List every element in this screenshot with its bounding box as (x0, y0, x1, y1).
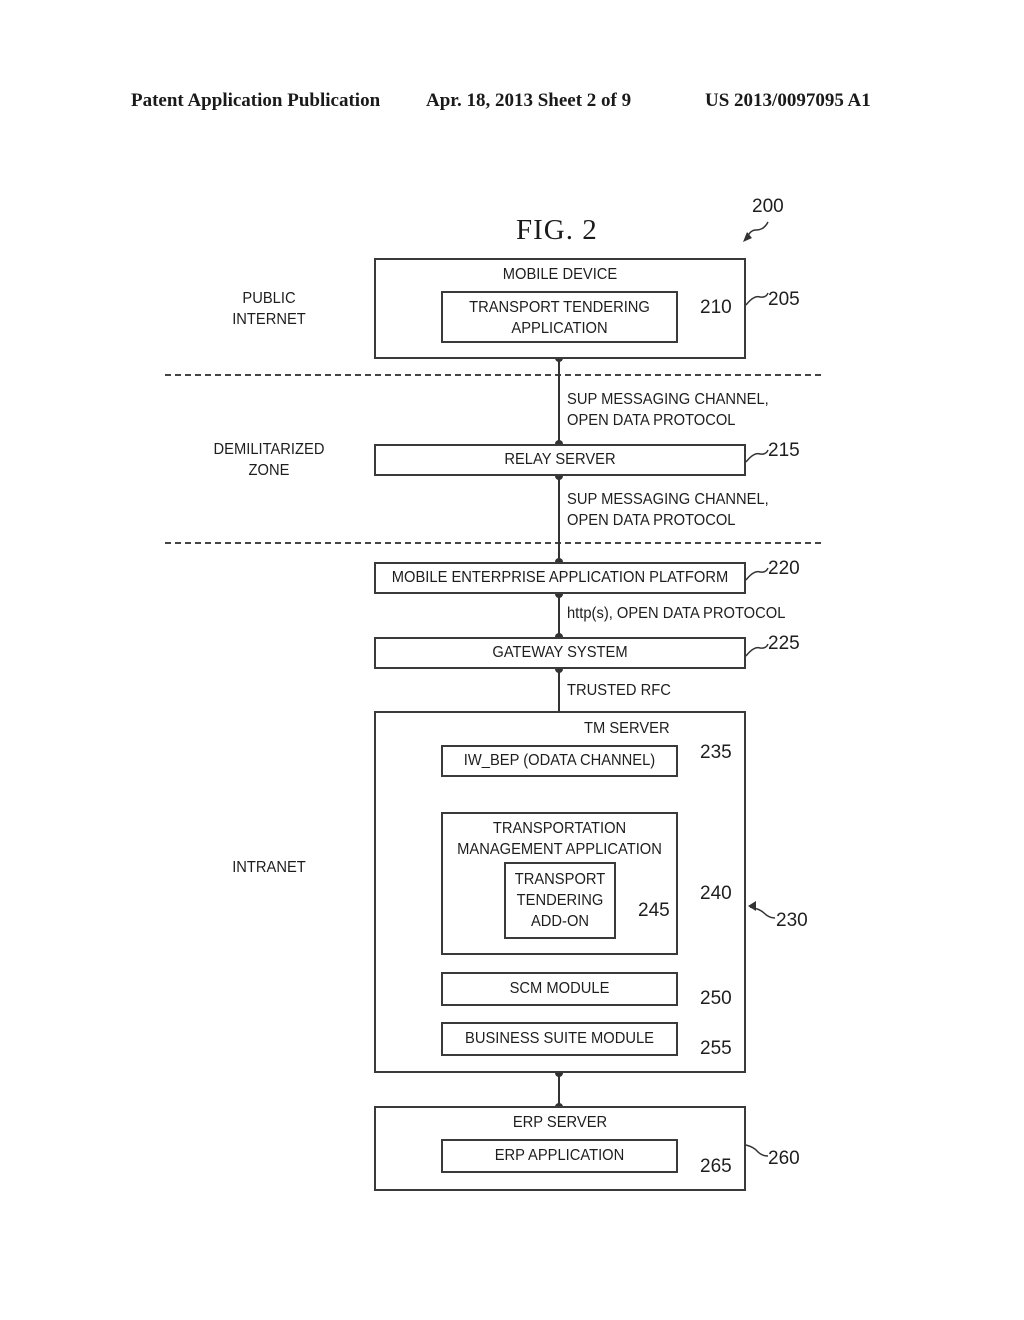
ref-260: 260 (768, 1148, 800, 1169)
ref-240: 240 (700, 883, 732, 904)
ref-220: 220 (768, 558, 800, 579)
transportation-management-app-label: TRANSPORTATION MANAGEMENT APPLICATION (457, 820, 662, 858)
meap-label: MOBILE ENTERPRISE APPLICATION PLATFORM (391, 569, 729, 586)
connection-sup-upper: SUP MESSAGING CHANNEL, OPEN DATA PROTOCO… (567, 391, 769, 429)
scm-module-label: SCM MODULE (509, 980, 610, 997)
ref-250: 250 (700, 988, 732, 1009)
leader-215 (745, 449, 769, 463)
iw-bep-label: IW_BEP (ODATA CHANNEL) (463, 752, 656, 769)
ref-265: 265 (700, 1156, 732, 1177)
leader-260 (745, 1144, 769, 1157)
business-suite-module-label: BUSINESS SUITE MODULE (465, 1030, 654, 1047)
arrowhead-200 (743, 232, 752, 242)
erp-server-label: ERP SERVER (512, 1114, 608, 1131)
ref-210: 210 (700, 297, 732, 318)
connection-http: http(s), OPEN DATA PROTOCOL (567, 605, 786, 622)
mobile-device-label: MOBILE DEVICE (502, 266, 618, 283)
ref-215: 215 (768, 440, 800, 461)
connection-trusted-rfc: TRUSTED RFC (567, 682, 671, 699)
ref-255: 255 (700, 1038, 732, 1059)
ref-205: 205 (768, 289, 800, 310)
ref-230: 230 (776, 910, 808, 931)
arrowhead-230 (748, 901, 756, 911)
leader-200 (746, 221, 769, 239)
gateway-system-label: GATEWAY SYSTEM (492, 644, 628, 661)
ref-225: 225 (768, 633, 800, 654)
transport-tendering-addon-label: TRANSPORT TENDERING ADD-ON (514, 871, 606, 930)
leader-205 (745, 292, 769, 306)
leader-220 (745, 567, 769, 581)
tm-server-label: TM SERVER (584, 720, 670, 737)
leader-225 (745, 643, 769, 657)
relay-server-label: RELAY SERVER (504, 451, 616, 468)
ref-245: 245 (638, 900, 670, 921)
ref-235: 235 (700, 742, 732, 763)
connection-sup-lower: SUP MESSAGING CHANNEL, OPEN DATA PROTOCO… (567, 491, 769, 529)
transport-tendering-app-label: TRANSPORT TENDERING APPLICATION (469, 299, 650, 337)
erp-application-label: ERP APPLICATION (494, 1147, 625, 1164)
